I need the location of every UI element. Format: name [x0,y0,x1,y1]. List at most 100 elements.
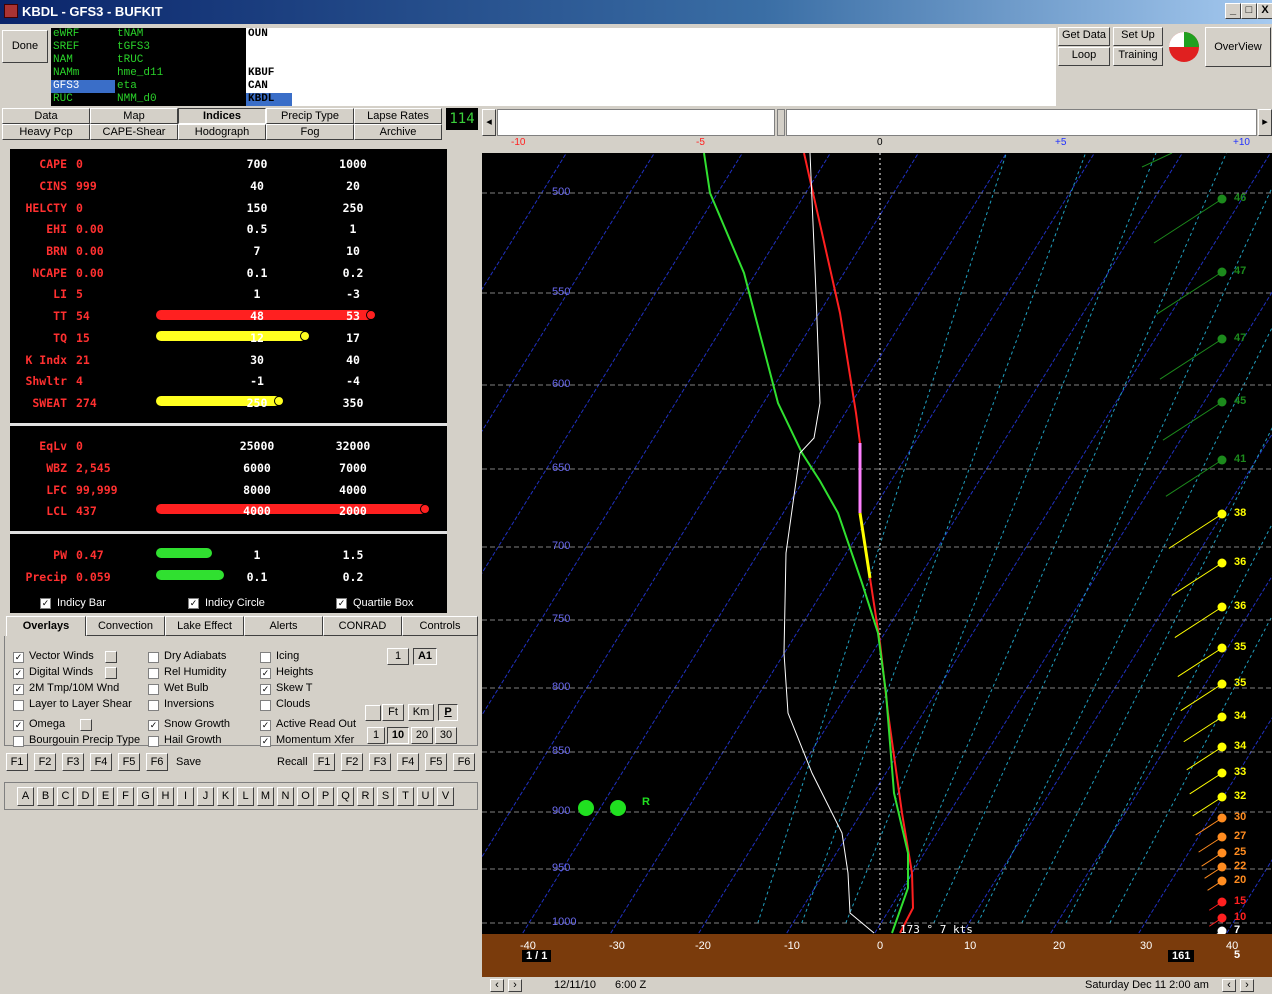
station-item[interactable]: KBUF [248,67,274,80]
overlay-checkbox[interactable]: ✓ [148,720,159,731]
model-item[interactable]: tNAM [115,28,143,41]
tab-cape-shear[interactable]: CAPE-Shear [90,124,178,140]
function-key-f2[interactable]: F2 [34,753,56,771]
scale-1-button[interactable]: 1 [367,727,385,744]
tab-fog[interactable]: Fog [266,124,354,140]
model-item[interactable]: hme_d11 [115,67,163,80]
letter-key[interactable]: K [217,787,234,806]
station-item[interactable]: CAN [248,80,268,93]
recall-key-f4[interactable]: F4 [397,753,419,771]
recall-label[interactable]: Recall [277,756,308,768]
recall-key-f5[interactable]: F5 [425,753,447,771]
quartile-box-checkbox[interactable]: ✓ [336,598,347,609]
letter-key[interactable]: H [157,787,174,806]
letter-key[interactable]: P [317,787,334,806]
scroll-track-left[interactable] [497,109,775,136]
letter-key[interactable]: N [277,787,294,806]
scroll-right-icon[interactable]: ▸ [1258,109,1272,136]
indicy-circle-checkbox[interactable]: ✓ [188,598,199,609]
unit-p-button[interactable]: P [438,704,458,721]
letter-key[interactable]: V [437,787,454,806]
overlay-checkbox[interactable]: ✓ [13,720,24,731]
tab-archive[interactable]: Archive [354,124,442,140]
overlay-checkbox[interactable] [260,652,271,663]
unit-km-button[interactable]: Km [408,704,434,721]
scroll-thumb[interactable] [777,109,785,136]
tab-precip-type[interactable]: Precip Type [266,108,354,124]
letter-key[interactable]: R [357,787,374,806]
station-item-selected[interactable]: KBDL [246,93,292,106]
recall-key-f3[interactable]: F3 [369,753,391,771]
recall-key-f2[interactable]: F2 [341,753,363,771]
indicy-bar-checkbox[interactable]: ✓ [40,598,51,609]
letter-key[interactable]: I [177,787,194,806]
overlay-checkbox[interactable]: ✓ [260,668,271,679]
station-item[interactable]: OUN [248,28,268,41]
overlay-checkbox[interactable] [13,736,24,747]
unit-ft-button[interactable]: Ft [382,704,404,721]
tab-hodograph[interactable]: Hodograph [178,124,266,140]
model-item[interactable]: NAM [51,54,115,67]
tab-heavy-pcp[interactable]: Heavy Pcp [2,124,90,140]
setup-button[interactable]: Set Up [1113,27,1163,46]
letter-key[interactable]: U [417,787,434,806]
prev-icon[interactable]: ‹ [1222,979,1236,992]
model-item[interactable]: eWRF [51,28,115,41]
overlay-checkbox[interactable] [148,684,159,695]
tab-lapse-rates[interactable]: Lapse Rates [354,108,442,124]
next-icon[interactable]: › [1240,979,1254,992]
model-item[interactable]: tGFS3 [115,41,150,54]
overlay-checkbox[interactable]: ✓ [13,652,24,663]
overlay-checkbox[interactable] [148,668,159,679]
letter-key[interactable]: O [297,787,314,806]
overview-button[interactable]: OverView [1205,27,1271,67]
function-key-f6[interactable]: F6 [146,753,168,771]
color-swatch[interactable] [105,667,117,679]
scale-30-button[interactable]: 30 [435,727,457,744]
letter-key[interactable]: F [117,787,134,806]
scroll-left-icon[interactable]: ◂ [482,109,496,136]
letter-key[interactable]: Q [337,787,354,806]
model-item[interactable]: NMM_d0 [115,93,157,106]
model-item[interactable]: eta [115,80,137,93]
letter-key[interactable]: B [37,787,54,806]
overlay-checkbox[interactable] [148,700,159,711]
unit-1-button[interactable]: 1 [387,648,409,665]
overlay-checkbox[interactable]: ✓ [260,720,271,731]
tab-indices[interactable]: Indices [178,108,266,124]
function-key-f3[interactable]: F3 [62,753,84,771]
color-swatch[interactable] [105,651,117,663]
minimize-button[interactable]: _ [1225,3,1241,19]
overlay-checkbox[interactable] [148,736,159,747]
overlay-checkbox[interactable]: ✓ [13,668,24,679]
function-key-f1[interactable]: F1 [6,753,28,771]
recall-key-f6[interactable]: F6 [453,753,475,771]
bottom-tab-overlays[interactable]: Overlays [6,616,86,636]
letter-key[interactable]: E [97,787,114,806]
station-list[interactable]: OUN KBUF CAN KBDL [246,28,1056,106]
model-item[interactable]: SREF [51,41,115,54]
model-item-selected[interactable]: GFS3 [51,80,115,93]
overlay-checkbox[interactable] [13,700,24,711]
bottom-tab-controls[interactable]: Controls [402,616,478,636]
training-button[interactable]: Training [1113,47,1163,66]
loop-button[interactable]: Loop [1058,47,1110,66]
maximize-button[interactable]: □ [1241,3,1257,19]
letter-key[interactable]: S [377,787,394,806]
bottom-tab-alerts[interactable]: Alerts [244,616,323,636]
model-item[interactable]: NAMm [51,67,115,80]
letter-key[interactable]: A [17,787,34,806]
letter-key[interactable]: G [137,787,154,806]
overlay-checkbox[interactable]: ✓ [260,684,271,695]
scale-20-button[interactable]: 20 [411,727,433,744]
close-button[interactable]: X [1257,3,1272,19]
letter-key[interactable]: L [237,787,254,806]
overlay-checkbox[interactable]: ✓ [13,684,24,695]
model-item[interactable]: tRUC [115,54,143,67]
bottom-tab-convection[interactable]: Convection [86,616,165,636]
unit-a1-button[interactable]: A1 [413,648,437,665]
tab-map[interactable]: Map [90,108,178,124]
bottom-tab-conrad[interactable]: CONRAD [323,616,402,636]
function-key-f5[interactable]: F5 [118,753,140,771]
letter-key[interactable]: J [197,787,214,806]
